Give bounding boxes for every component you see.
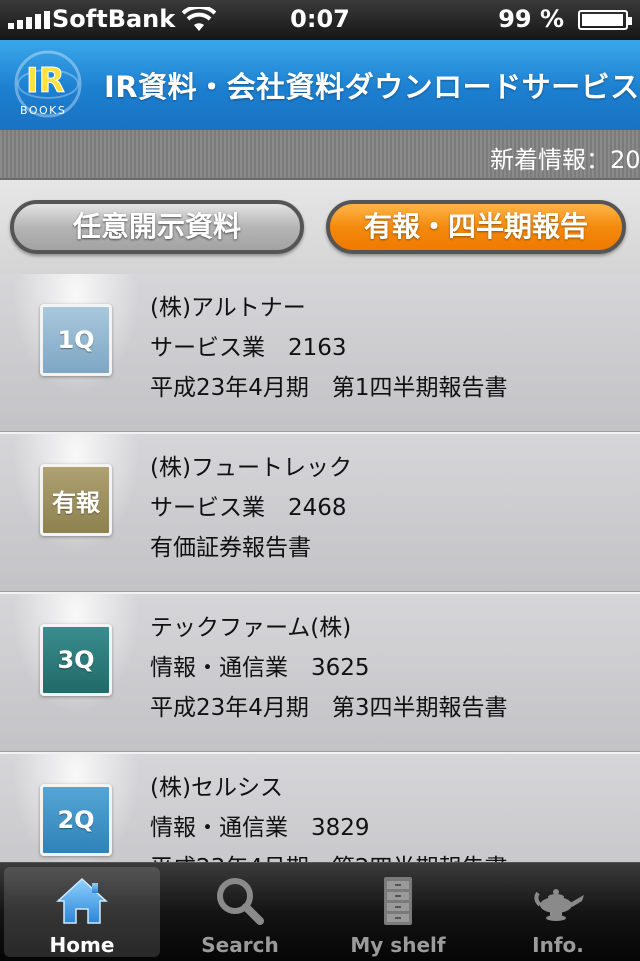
home-icon bbox=[56, 877, 108, 924]
list-item[interactable]: 2Q (株)セルシス 情報・通信業 3829 平成23年4月期 第2四半期報告書 bbox=[0, 754, 640, 862]
ir-books-logo: IR BOOKS bbox=[14, 50, 82, 118]
company-name: テックファーム(株) bbox=[150, 615, 352, 641]
ticker-text: 新着情報：201 bbox=[490, 146, 640, 174]
tab-label: Info. bbox=[532, 933, 584, 957]
industry-code: 情報・通信業 3625 bbox=[150, 655, 370, 681]
industry-code: 情報・通信業 3829 bbox=[150, 815, 370, 841]
tab-label: Search bbox=[201, 933, 279, 957]
news-ticker[interactable]: 新着情報：201 bbox=[0, 130, 640, 180]
tab-search[interactable]: Search bbox=[162, 867, 318, 957]
voluntary-disclosure-button[interactable]: 任意開示資料 bbox=[10, 200, 304, 254]
lamp-icon bbox=[534, 889, 584, 921]
battery-icon bbox=[578, 10, 632, 30]
tab-label: Home bbox=[49, 933, 115, 957]
svg-text:BOOKS: BOOKS bbox=[20, 104, 66, 117]
header-title: IR資料・会社資料ダウンロードサービス bbox=[104, 70, 640, 104]
report-type-badge: 3Q bbox=[40, 624, 112, 696]
report-list: 1Q (株)アルトナー サービス業 2163 平成23年4月期 第1四半期報告書… bbox=[0, 274, 640, 862]
tab-label: My shelf bbox=[350, 933, 446, 957]
report-type-badge: 2Q bbox=[40, 784, 112, 856]
list-item[interactable]: 有報 (株)フュートレック サービス業 2468 有価証券報告書 bbox=[0, 434, 640, 594]
report-title: 平成23年4月期 第3四半期報告書 bbox=[150, 695, 508, 721]
tab-bar: Home Search My shelf Info. bbox=[0, 862, 640, 961]
document-type-switch: 任意開示資料 有報・四半期報告 bbox=[0, 180, 640, 274]
battery-percentage: 99 % bbox=[498, 5, 564, 33]
industry-code: サービス業 2163 bbox=[150, 335, 347, 361]
report-type-badge: 1Q bbox=[40, 304, 112, 376]
list-item[interactable]: 3Q テックファーム(株) 情報・通信業 3625 平成23年4月期 第3四半期… bbox=[0, 594, 640, 754]
company-name: (株)フュートレック bbox=[150, 455, 352, 481]
industry-code: サービス業 2468 bbox=[150, 495, 347, 521]
status-bar: SoftBank 0:07 99 % bbox=[0, 0, 640, 40]
tab-info[interactable]: Info. bbox=[480, 867, 636, 957]
tab-my-shelf[interactable]: My shelf bbox=[320, 867, 476, 957]
company-name: (株)セルシス bbox=[150, 775, 283, 801]
list-item[interactable]: 1Q (株)アルトナー サービス業 2163 平成23年4月期 第1四半期報告書 bbox=[0, 274, 640, 434]
cabinet-icon bbox=[384, 877, 412, 925]
svg-text:IR: IR bbox=[26, 61, 65, 101]
search-icon bbox=[217, 878, 264, 925]
report-title: 平成23年4月期 第2四半期報告書 bbox=[150, 848, 508, 862]
report-title: 平成23年4月期 第1四半期報告書 bbox=[150, 375, 508, 401]
securities-quarterly-report-button[interactable]: 有報・四半期報告 bbox=[326, 200, 626, 254]
app-header: IR BOOKS IR資料・会社資料ダウンロードサービス bbox=[0, 40, 640, 130]
report-type-badge: 有報 bbox=[40, 464, 112, 536]
report-title: 有価証券報告書 bbox=[150, 535, 311, 561]
company-name: (株)アルトナー bbox=[150, 295, 306, 321]
tab-home[interactable]: Home bbox=[4, 867, 160, 957]
